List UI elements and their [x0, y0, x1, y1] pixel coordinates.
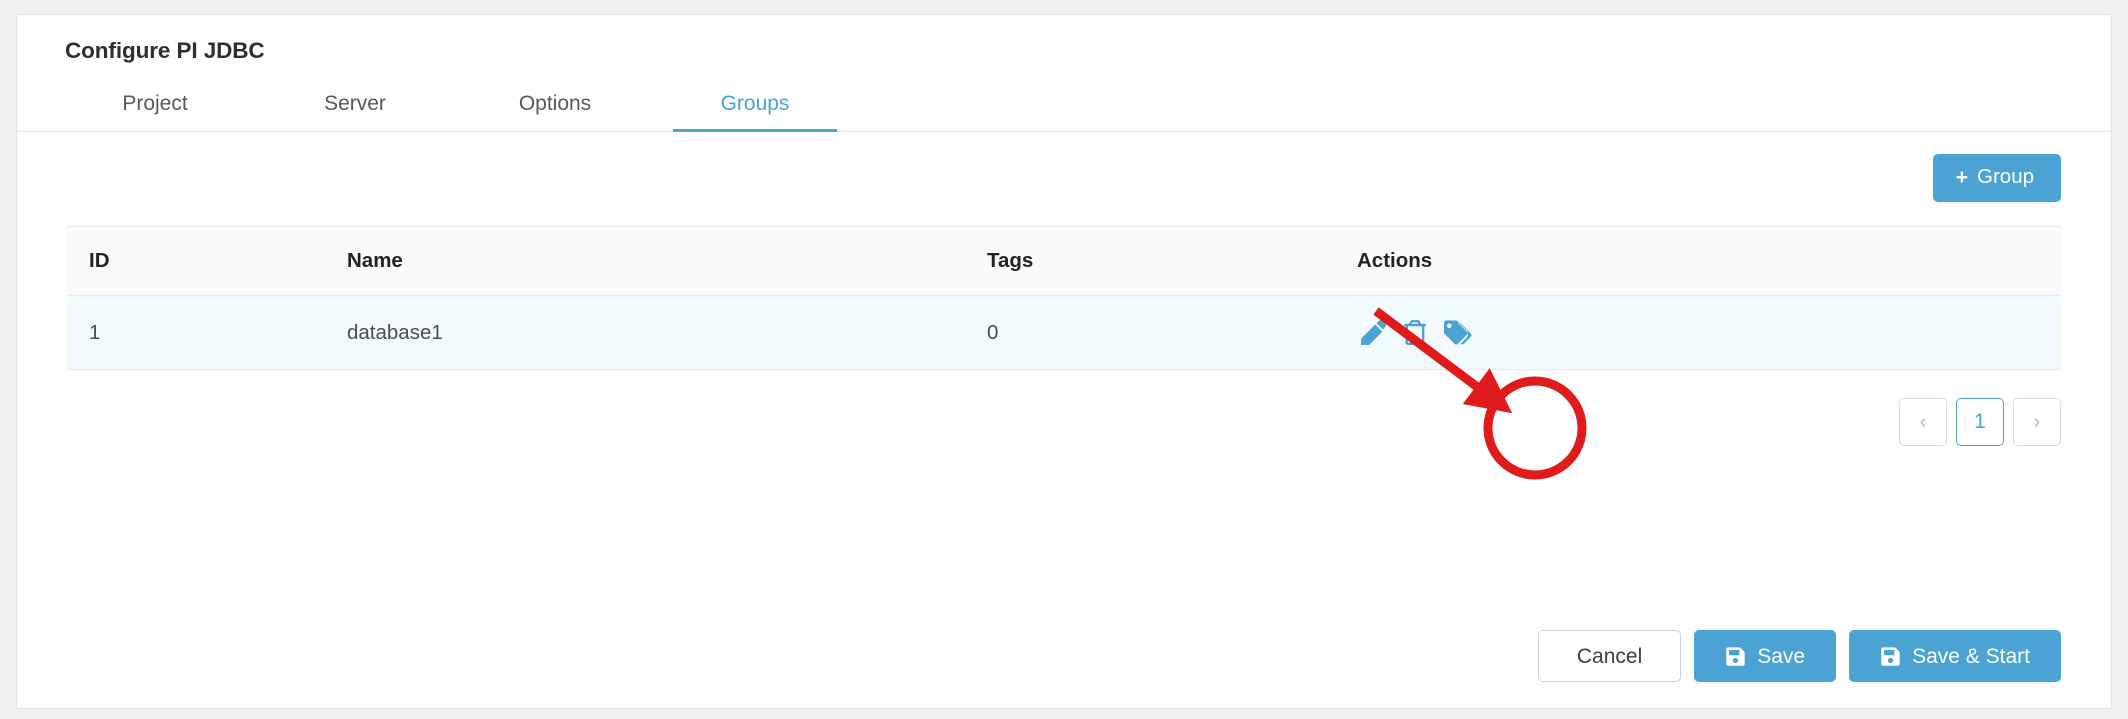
tab-groups-label: Groups [720, 92, 790, 115]
cell-tags: 0 [987, 295, 1357, 370]
save-and-start-button[interactable]: Save & Start [1849, 630, 2061, 682]
tags-icon[interactable] [1444, 320, 1474, 345]
add-group-button-label: Group [1977, 165, 2034, 189]
table-header-row: ID Name Tags Actions [67, 226, 2061, 296]
pagination: ‹ 1 › [49, 370, 2079, 446]
save-button[interactable]: Save [1694, 630, 1837, 682]
add-group-button[interactable]: + Group [1932, 154, 2061, 202]
column-header-tags: Tags [987, 226, 1357, 296]
tab-project-label: Project [122, 92, 188, 115]
tab-server[interactable]: Server [255, 84, 455, 131]
delete-trash-icon[interactable] [1404, 320, 1426, 345]
tab-options-label: Options [518, 92, 592, 115]
table-toolbar: + Group [49, 132, 2079, 202]
tab-groups[interactable]: Groups [655, 84, 855, 132]
page-title: Configure PI JDBC [65, 38, 265, 63]
table-row[interactable]: 1 database1 0 [67, 295, 2061, 370]
row-action-buttons [1357, 320, 2061, 345]
pagination-next-button[interactable]: › [2013, 398, 2061, 446]
pagination-prev-button[interactable]: ‹ [1899, 398, 1947, 446]
tab-bar: Project Server Options Groups [49, 84, 2079, 132]
cancel-button[interactable]: Cancel [1537, 630, 1682, 682]
column-header-actions: Actions [1357, 226, 2061, 296]
edit-pencil-icon[interactable] [1361, 320, 1386, 345]
cancel-button-label: Cancel [1576, 644, 1643, 668]
groups-table-wrap: ID Name Tags Actions 1 database1 0 [49, 226, 2079, 370]
cell-name: database1 [347, 295, 987, 370]
column-header-id: ID [67, 226, 347, 296]
save-button-label: Save [1757, 644, 1806, 668]
pagination-page-1-button[interactable]: 1 [1956, 398, 2004, 446]
plus-icon: + [1955, 166, 1969, 189]
chevron-left-icon: ‹ [1919, 411, 1927, 433]
tab-server-label: Server [324, 92, 386, 115]
column-header-name: Name [347, 226, 987, 296]
card-body: + Group ID Name Tags Actions 1 database1… [17, 132, 2111, 630]
pagination-page-1-label: 1 [1974, 410, 1986, 433]
cell-actions [1357, 295, 2061, 370]
card-footer: Cancel Save Save & Start [17, 630, 2111, 708]
table-header: ID Name Tags Actions [67, 226, 2061, 296]
table-body: 1 database1 0 [67, 295, 2061, 370]
page-root: Configure PI JDBC Project Server Options… [0, 0, 2128, 719]
save-floppy-icon [1725, 646, 1746, 667]
configure-card: Configure PI JDBC Project Server Options… [16, 14, 2112, 709]
tab-project[interactable]: Project [55, 84, 255, 131]
cell-id: 1 [67, 295, 347, 370]
tab-options[interactable]: Options [455, 84, 655, 131]
save-start-floppy-icon [1880, 646, 1901, 667]
chevron-right-icon: › [2033, 411, 2041, 433]
card-header: Configure PI JDBC Project Server Options… [17, 15, 2111, 132]
groups-table: ID Name Tags Actions 1 database1 0 [67, 226, 2061, 370]
save-and-start-button-label: Save & Start [1912, 644, 2030, 668]
